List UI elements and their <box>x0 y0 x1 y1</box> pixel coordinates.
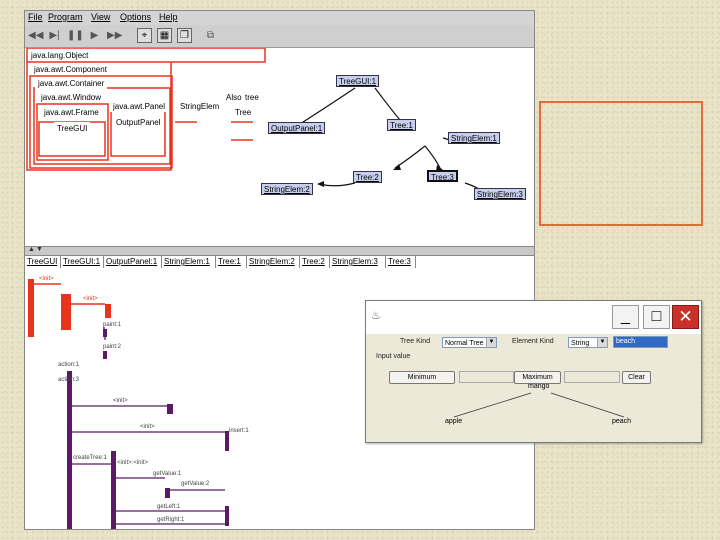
play-icon[interactable]: ▶ <box>87 28 102 43</box>
message-init-2: <init> <box>83 296 98 302</box>
menu-bar: File Program View Options Help <box>25 11 534 25</box>
class-treegui[interactable]: TreeGUI <box>54 122 91 134</box>
message-getright-1: getRight:1 <box>157 517 185 523</box>
toolbar: ◀◀ ▶| ❚❚ ▶ ▶▶ ⌖ ▦ ❐ ⧉ <box>25 25 534 48</box>
message-init-init: <init>:<init> <box>117 460 149 466</box>
step-icon[interactable]: ▶| <box>47 28 62 43</box>
message-init-3: <init> <box>113 398 128 404</box>
select-tool-icon[interactable]: ⌖ <box>137 28 152 43</box>
menu-help[interactable]: Help <box>159 12 178 22</box>
visualizer-window: File Program View Options Help ◀◀ ▶| ❚❚ … <box>24 10 535 530</box>
menu-view[interactable]: View <box>91 12 110 22</box>
message-insert-1: insert:1 <box>229 428 249 434</box>
message-action-1: action:1 <box>58 362 80 368</box>
object-tree-2[interactable]: Tree:2 <box>353 171 382 183</box>
diagram-icon[interactable]: ⧉ <box>203 28 218 43</box>
object-outputpanel-1[interactable]: OutputPanel:1 <box>268 122 326 134</box>
object-tree-3[interactable]: Tree:3 <box>427 170 458 182</box>
step-back-icon[interactable]: ◀◀ <box>28 28 43 43</box>
tree-app-window: ♨ _ □ ✕ Tree Kind Normal Tree ▼ Element … <box>365 300 702 443</box>
message-paint-1: paint:1 <box>103 322 122 328</box>
tree-edge-right <box>550 392 625 418</box>
class-tree[interactable]: Tree <box>232 106 255 118</box>
pause-icon[interactable]: ❚❚ <box>67 28 84 43</box>
object-treegui-1[interactable]: TreeGUI:1 <box>336 75 380 87</box>
menu-program[interactable]: Program <box>48 12 83 22</box>
menu-file[interactable]: File <box>28 12 43 22</box>
annotation-also: Also <box>226 93 242 102</box>
class-stringelem[interactable]: StringElem <box>177 100 223 112</box>
tree-left-node: apple <box>445 418 463 425</box>
message-createtree-1: createTree:1 <box>73 455 107 461</box>
object-tree-1[interactable]: Tree:1 <box>387 119 416 131</box>
object-stringelem-1[interactable]: StringElem:1 <box>448 132 500 144</box>
object-stringelem-3[interactable]: StringElem:3 <box>474 188 526 200</box>
message-init-4: <init> <box>140 424 155 430</box>
tree-display <box>453 392 625 418</box>
annotation-tree: tree <box>245 93 259 102</box>
splitter-up-arrow[interactable]: ▲ <box>28 246 35 253</box>
class-java-awt-container[interactable]: java.awt.Container <box>35 77 108 89</box>
class-java-awt-component[interactable]: java.awt.Component <box>31 63 110 75</box>
class-outputpanel[interactable]: OutputPanel <box>113 116 164 128</box>
class-java-awt-frame[interactable]: java.awt.Frame <box>41 106 102 118</box>
splitter-down-arrow[interactable]: ▼ <box>36 246 43 253</box>
grid-icon[interactable]: ▦ <box>157 28 172 43</box>
menu-options[interactable]: Options <box>120 12 151 22</box>
message-action-3: action:3 <box>58 377 80 383</box>
message-init-1: <init> <box>39 276 54 282</box>
class-diagram-pane: java.lang.Object java.awt.Component java… <box>25 48 534 247</box>
class-java-awt-window[interactable]: java.awt.Window <box>38 91 105 103</box>
message-getvalue-1: getValue:1 <box>153 471 182 477</box>
class-java-awt-panel[interactable]: java.awt.Panel <box>110 100 169 112</box>
message-getvalue-2: getValue:2 <box>181 481 210 487</box>
object-stringelem-2[interactable]: StringElem:2 <box>261 183 313 195</box>
empty-highlight-frame <box>539 101 703 226</box>
fast-forward-icon[interactable]: ▶▶ <box>107 28 122 43</box>
pane-splitter[interactable]: ▲ ▼ <box>25 246 534 256</box>
tree-edge-left <box>453 392 532 418</box>
class-java-lang-object[interactable]: java.lang.Object <box>28 49 92 61</box>
tree-right-node: peach <box>612 418 632 425</box>
message-getleft-1: getLeft:1 <box>157 504 181 510</box>
copy-icon[interactable]: ❐ <box>177 28 192 43</box>
message-paint-2: paint:2 <box>103 344 122 350</box>
tree-root-node: mango <box>528 383 550 390</box>
